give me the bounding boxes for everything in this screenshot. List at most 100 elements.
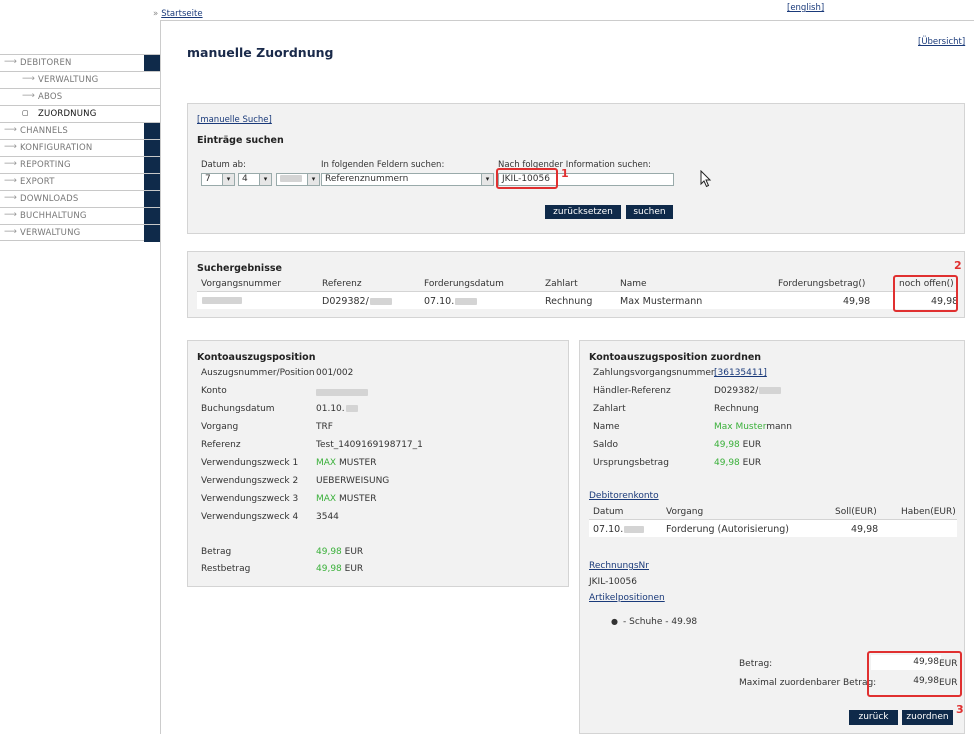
redacted-value (202, 297, 242, 304)
debitorenkonto-link[interactable]: Debitorenkonto (589, 491, 659, 501)
sidebar-item-buchhaltung[interactable]: ⟶ BUCHHALTUNG (0, 207, 160, 225)
breadcrumb-home-link[interactable]: Startseite (161, 9, 202, 19)
cell-zahlart: Rechnung (545, 296, 593, 307)
saldo-label: Saldo (593, 440, 618, 450)
page-title: manuelle Zuordnung (187, 45, 334, 60)
currency-text: EUR (742, 440, 762, 450)
zuordnen-panel: Kontoauszugsposition zuordnen Zahlungsvo… (579, 340, 965, 734)
sidebar-item-verwaltung[interactable]: ⟶ VERWALTUNG (0, 71, 160, 88)
arrow-right-icon: ⟶ (4, 193, 17, 203)
row-label: Verwendungszweck 4 (201, 512, 299, 522)
sidebar-item-channels[interactable]: ⟶ CHANNELS (0, 122, 160, 140)
deb-col-vorgang: Vorgang (666, 507, 704, 517)
value-text: mann (766, 422, 792, 432)
sidebar-item-export[interactable]: ⟶ EXPORT (0, 173, 160, 191)
back-button[interactable]: zurück (849, 710, 898, 725)
highlight-text: MAX (316, 458, 337, 468)
search-panel: [manuelle Suche] Einträge suchen Datum a… (187, 103, 965, 234)
deb-col-soll: Soll(EUR) (835, 507, 877, 517)
arrow-right-icon: ⟶ (4, 125, 17, 135)
sidebar-item-debitoren[interactable]: ⟶ DEBITOREN (0, 54, 160, 72)
field-select[interactable]: Referenznummern ▾ (321, 173, 494, 186)
content-divider (160, 20, 161, 734)
artikel-link[interactable]: Artikelpositionen (589, 593, 665, 603)
results-panel: Suchergebnisse Vorgangsnummer Referenz F… (187, 251, 965, 318)
cell-name: Max Mustermann (620, 296, 703, 307)
arrow-right-icon: ⟶ (4, 227, 17, 237)
results-heading: Suchergebnisse (197, 263, 282, 274)
sidebar-item-label: CHANNELS (20, 126, 68, 136)
col-forderungsbetrag: Forderungsbetrag() (778, 279, 866, 289)
ursprung-label: Ursprungsbetrag (593, 458, 669, 468)
marker-1: 1 (561, 167, 569, 180)
row-label: Verwendungszweck 3 (201, 494, 299, 504)
year-select[interactable]: ▾ (276, 173, 320, 186)
cell-referenz: D029382/ (322, 296, 392, 307)
day-select[interactable]: 7 ▾ (201, 173, 235, 186)
ursprung-value: 49,98 EUR (714, 458, 761, 468)
sidebar-marker (144, 55, 160, 72)
row-value: MAX MUSTER (316, 494, 376, 504)
row-value-konto (316, 388, 368, 398)
sidebar-item-label: DEBITOREN (20, 58, 72, 68)
row-label: Konto (201, 386, 227, 396)
row-value: 3544 (316, 512, 339, 522)
header-divider (160, 20, 974, 21)
overview-link[interactable]: [Übersicht] (918, 37, 965, 47)
sidebar-item-label: VERWALTUNG (20, 228, 81, 238)
sidebar-item-downloads[interactable]: ⟶ DOWNLOADS (0, 190, 160, 208)
currency-text: EUR (742, 458, 762, 468)
redacted-value (280, 175, 302, 182)
redacted-value (455, 298, 478, 305)
cell-betrag: 49,98 (843, 296, 871, 307)
sidebar-item-konfiguration[interactable]: ⟶ KONFIGURATION (0, 139, 160, 157)
betrag-value: 49,98 EUR (316, 547, 363, 557)
haendler-value: D029382/ (714, 386, 782, 396)
redacted-value (316, 389, 368, 396)
value-text: MUSTER (338, 458, 377, 468)
sidebar: ⟶ DEBITOREN ⟶ VERWALTUNG ⟶ ABOS ▢ ZUORDNUNG … (0, 54, 160, 242)
month-value: 4 (242, 174, 248, 184)
search-heading: Einträge suchen (197, 135, 284, 146)
sidebar-item-label: REPORTING (20, 160, 71, 170)
language-link[interactable]: [english] (787, 3, 824, 13)
rechnungsnr-link[interactable]: RechnungsNr (589, 561, 649, 571)
manual-search-link[interactable]: [manuelle Suche] (197, 115, 272, 125)
month-select[interactable]: 4 ▾ (238, 173, 272, 186)
field-value: Referenznummern (325, 174, 409, 184)
redacted-value (369, 298, 392, 305)
table-row: 07.10. Forderung (Autorisierung) 49,98 (589, 520, 957, 537)
haendler-label: Händler-Referenz (593, 386, 671, 396)
search-button[interactable]: suchen (626, 205, 673, 219)
amount-text: 49,98 (316, 547, 342, 557)
kontoauszug-panel: Kontoauszugsposition Auszugsnummer/Posit… (187, 340, 569, 587)
row-value: UEBERWEISUNG (316, 476, 390, 486)
rechnungsnr-value: JKIL-10056 (589, 577, 637, 587)
max-label: Maximal zuordenbarer Betrag: (739, 678, 877, 688)
sidebar-item-label: EXPORT (20, 177, 55, 187)
amount-text: 49,98 (714, 440, 740, 450)
sidebar-marker (144, 140, 160, 157)
reset-button[interactable]: zurücksetzen (545, 205, 621, 219)
artikel-item: - Schuhe - 49.98 (623, 617, 698, 627)
currency-text: EUR (344, 564, 364, 574)
datum-text: 07.10. (593, 524, 624, 535)
table-row[interactable]: D029382/ 07.10. Rechnung Max Mustermann … (197, 292, 958, 309)
zahlungsvorgang-link[interactable]: [36135411] (714, 368, 767, 378)
highlight-text: Max Muster (714, 422, 767, 432)
arrow-right-icon: ⟶ (4, 57, 17, 67)
assign-button[interactable]: zuordnen (902, 710, 953, 725)
sidebar-item-reporting[interactable]: ⟶ REPORTING (0, 156, 160, 174)
deb-cell-soll: 49,98 (851, 524, 879, 535)
sidebar-item-abos[interactable]: ⟶ ABOS (0, 88, 160, 105)
row-value: Test_1409169198717_1 (316, 440, 423, 450)
mouse-cursor-icon (700, 170, 712, 188)
col-referenz: Referenz (322, 279, 362, 289)
haendler-text: D029382/ (714, 386, 759, 396)
row-label: Auszugsnummer/Position (201, 368, 315, 378)
name-label: Name (593, 422, 620, 432)
sidebar-item-verwaltung-main[interactable]: ⟶ VERWALTUNG (0, 224, 160, 242)
datum-text: 07.10. (424, 296, 455, 307)
highlight-text: MAX (316, 494, 337, 504)
sidebar-item-zuordnung[interactable]: ▢ ZUORDNUNG (0, 105, 160, 122)
